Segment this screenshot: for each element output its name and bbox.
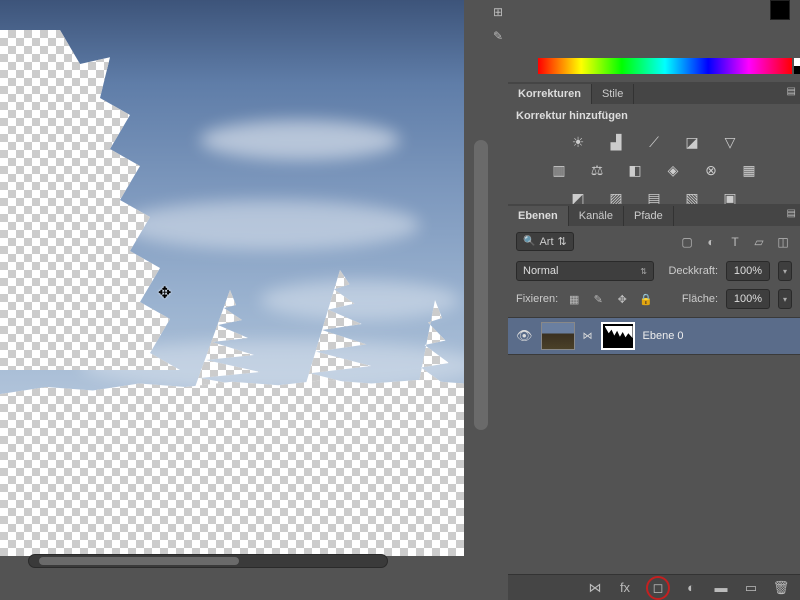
lock-position-icon[interactable]: ✥ bbox=[614, 291, 630, 307]
new-adjustment-layer-icon[interactable]: ◐ bbox=[682, 579, 700, 597]
lock-pixels-icon[interactable]: ✎ bbox=[590, 291, 606, 307]
filter-type-icon[interactable]: T bbox=[726, 234, 744, 250]
document-canvas[interactable]: ✥ bbox=[0, 0, 464, 556]
curves-icon[interactable]: ⟋ bbox=[642, 132, 666, 152]
panel-menu-icon[interactable]: ▤ bbox=[787, 208, 796, 219]
layer-list: 👁 ⋈ Ebene 0 bbox=[508, 317, 800, 355]
layer-name[interactable]: Ebene 0 bbox=[643, 330, 684, 342]
panel-menu-icon[interactable]: ▤ bbox=[787, 86, 796, 97]
chevron-updown-icon: ⇅ bbox=[558, 235, 567, 248]
fill-label: Fläche: bbox=[682, 293, 718, 305]
histogram-icon[interactable]: ⊞ bbox=[488, 2, 508, 22]
brightness-contrast-icon[interactable]: ☀ bbox=[566, 132, 590, 152]
panels-column: Korrekturen Stile ▤ Korrektur hinzufügen… bbox=[508, 0, 800, 600]
color-spectrum[interactable] bbox=[538, 58, 792, 74]
opacity-label: Deckkraft: bbox=[668, 265, 718, 277]
layers-panel: Ebenen Kanäle Pfade ▤ 🔍 Art ⇅ ▢ ◐ T ▱ ◫ … bbox=[508, 204, 800, 574]
magic-wand-cursor: ✥ bbox=[158, 283, 171, 303]
filter-label: Art bbox=[539, 236, 553, 248]
fill-stepper[interactable]: ▾ bbox=[778, 289, 792, 309]
add-mask-icon[interactable]: ◻ bbox=[646, 576, 670, 600]
tab-pfade[interactable]: Pfade bbox=[624, 206, 674, 226]
panel-scrollbar[interactable] bbox=[474, 140, 488, 430]
transparency-ground bbox=[0, 380, 464, 556]
canvas-area: ✥ bbox=[0, 0, 478, 580]
photo-filter-icon[interactable]: ◈ bbox=[661, 160, 685, 180]
lock-transparency-icon[interactable]: ▦ bbox=[566, 291, 582, 307]
lock-label: Fixieren: bbox=[516, 293, 558, 305]
layer-mask-thumbnail[interactable] bbox=[601, 322, 635, 350]
tab-kanaele[interactable]: Kanäle bbox=[569, 206, 624, 226]
tab-korrekturen[interactable]: Korrekturen bbox=[508, 84, 592, 104]
filter-shape-icon[interactable]: ▱ bbox=[750, 234, 768, 250]
scrollbar-thumb[interactable] bbox=[39, 557, 239, 565]
mask-link-icon[interactable]: ⋈ bbox=[583, 331, 593, 342]
fill-value[interactable]: 100% bbox=[726, 289, 770, 309]
color-lookup-icon[interactable]: ▦ bbox=[737, 160, 761, 180]
filter-adjustment-icon[interactable]: ◐ bbox=[702, 234, 720, 250]
link-layers-icon[interactable]: ⋈ bbox=[586, 579, 604, 597]
layer-fx-icon[interactable]: fx bbox=[616, 579, 634, 597]
layer-filter-select[interactable]: 🔍 Art ⇅ bbox=[516, 232, 574, 251]
layer-thumbnail[interactable] bbox=[541, 322, 575, 350]
horizontal-scrollbar[interactable] bbox=[28, 554, 388, 568]
blend-mode-value: Normal bbox=[523, 265, 558, 277]
foreground-swatch[interactable] bbox=[770, 0, 790, 20]
blend-mode-select[interactable]: Normal ⇅ bbox=[516, 261, 654, 281]
filter-pixel-icon[interactable]: ▢ bbox=[678, 234, 696, 250]
visibility-eye-icon[interactable]: 👁 bbox=[516, 328, 533, 344]
vibrance-icon[interactable]: ▥ bbox=[547, 160, 571, 180]
lock-all-icon[interactable]: 🔒 bbox=[638, 291, 654, 307]
new-layer-icon[interactable]: ▭ bbox=[742, 579, 760, 597]
adjustments-panel: Korrekturen Stile ▤ Korrektur hinzufügen… bbox=[508, 82, 800, 212]
color-balance-icon[interactable]: ⚖ bbox=[585, 160, 609, 180]
exposure-icon[interactable]: ◪ bbox=[680, 132, 704, 152]
chevron-updown-icon: ⇅ bbox=[640, 267, 647, 276]
tab-stile[interactable]: Stile bbox=[592, 84, 634, 104]
levels-icon[interactable]: ▟ bbox=[604, 132, 628, 152]
tab-ebenen[interactable]: Ebenen bbox=[508, 206, 569, 226]
search-icon: 🔍 bbox=[523, 236, 535, 247]
black-white-icon[interactable]: ◧ bbox=[623, 160, 647, 180]
filter-smart-icon[interactable]: ◫ bbox=[774, 234, 792, 250]
new-group-icon[interactable]: ▬ bbox=[712, 579, 730, 597]
opacity-value[interactable]: 100% bbox=[726, 261, 770, 281]
layers-footer: ⋈ fx ◻ ◐ ▬ ▭ 🗑 bbox=[508, 574, 800, 600]
layer-row[interactable]: 👁 ⋈ Ebene 0 bbox=[508, 317, 800, 355]
notes-icon[interactable]: ✎ bbox=[488, 26, 508, 46]
opacity-stepper[interactable]: ▾ bbox=[778, 261, 792, 281]
adjustments-title: Korrektur hinzufügen bbox=[508, 104, 800, 128]
delete-layer-icon[interactable]: 🗑 bbox=[772, 579, 790, 597]
vibrance-triangle-icon[interactable]: ▽ bbox=[718, 132, 742, 152]
channel-mixer-icon[interactable]: ⊗ bbox=[699, 160, 723, 180]
